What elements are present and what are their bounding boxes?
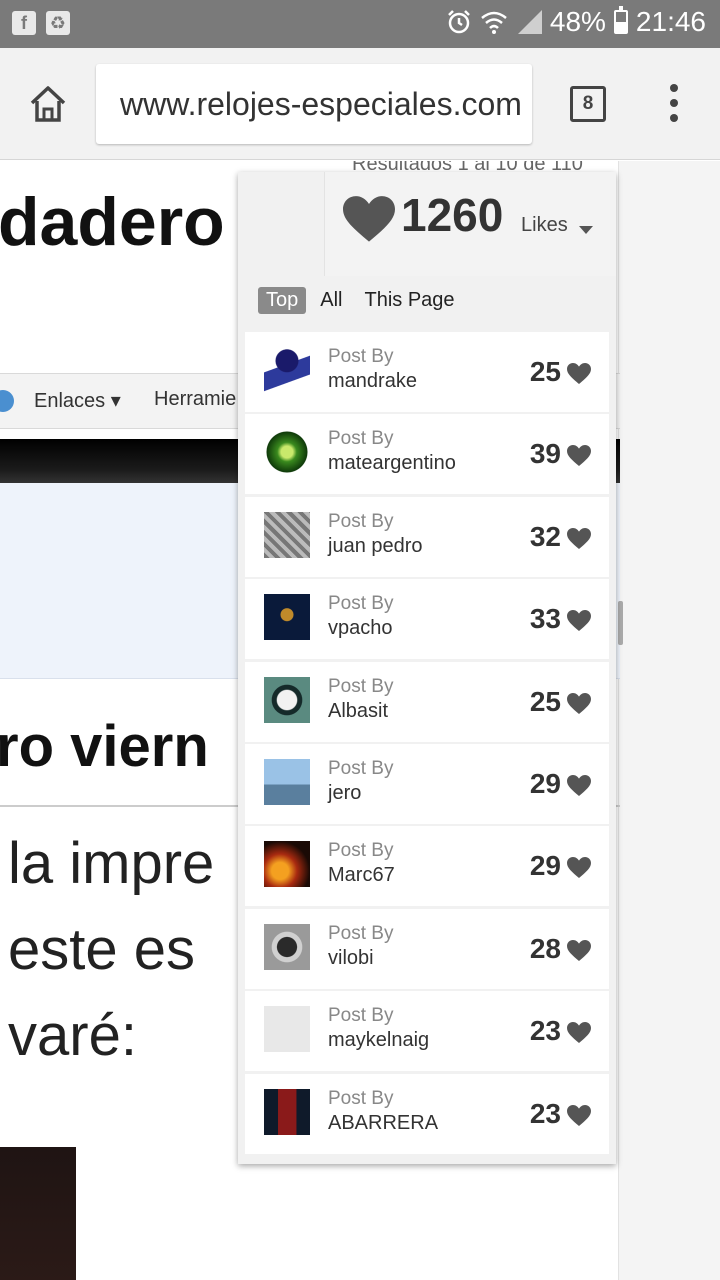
author-name[interactable]: mateargentino [328, 452, 456, 475]
battery-icon [613, 6, 628, 34]
nav-tools[interactable]: Herramie [154, 388, 236, 411]
author-name[interactable]: mandrake [328, 370, 417, 393]
chevron-down-icon[interactable] [579, 226, 593, 234]
post-by-label: Post By [328, 1005, 394, 1027]
author-name[interactable]: Albasit [328, 700, 388, 723]
avatar[interactable] [264, 758, 310, 805]
post-by-label: Post By [328, 593, 394, 615]
heart-icon [567, 1104, 591, 1126]
facebook-icon: f [12, 11, 36, 35]
signal-icon [517, 10, 542, 34]
heart-icon [567, 774, 591, 796]
avatar[interactable] [264, 347, 310, 393]
likes-list: Post By mandrake 25 Post By mateargentino 39 P… [245, 332, 609, 1156]
avatar[interactable] [264, 594, 310, 641]
tab-switcher-button[interactable]: 8 [570, 86, 606, 122]
post-by-label: Post By [328, 840, 394, 862]
heart-icon [567, 527, 591, 549]
author-name[interactable]: maykelnaig [328, 1029, 429, 1052]
recycle-icon: ♻ [46, 11, 70, 35]
post-by-label: Post By [328, 428, 394, 450]
likes-header[interactable]: 1260 Likes [324, 172, 616, 276]
author-name[interactable]: Marc67 [328, 864, 395, 887]
like-count: 29 [529, 767, 561, 799]
avatar[interactable] [264, 1006, 310, 1053]
url-text: www.relojes-especiales.com [120, 86, 522, 122]
heart-icon [567, 363, 591, 384]
url-bar[interactable]: www.relojes-especiales.com [96, 64, 532, 144]
list-item[interactable]: Post By mateargentino 39 [245, 414, 609, 495]
heart-icon [567, 445, 591, 467]
page-title: dadero [0, 184, 225, 260]
tab-all[interactable]: All [312, 287, 350, 314]
list-item[interactable]: Post By Albasit 25 [245, 661, 609, 742]
heart-icon [343, 196, 395, 242]
home-icon[interactable] [26, 82, 70, 126]
author-name[interactable]: jero [328, 782, 361, 805]
clock: 21:46 [635, 6, 706, 37]
list-item[interactable]: Post By Marc67 29 [245, 826, 609, 907]
like-count: 32 [529, 520, 561, 552]
like-count: 29 [529, 850, 561, 882]
thread-title: ro viern [0, 714, 209, 779]
globe-icon [0, 390, 14, 412]
like-count: 23 [529, 1015, 561, 1047]
heart-icon [567, 857, 591, 879]
battery-percent: 48% [549, 6, 606, 37]
like-count: 23 [529, 1097, 561, 1129]
like-count: 25 [529, 685, 561, 717]
list-item[interactable]: Post By juan pedro 32 [245, 496, 609, 577]
page-sidebar [618, 161, 720, 1280]
avatar[interactable] [264, 923, 310, 970]
post-body-line: este es [8, 917, 195, 982]
post-by-label: Post By [328, 510, 394, 532]
like-count: 28 [529, 932, 561, 964]
heart-icon [567, 939, 591, 961]
post-by-label: Post By [328, 1087, 394, 1109]
avatar[interactable] [264, 429, 310, 476]
likes-dropdown: 1260 Likes Top All This Page Post By mand… [238, 172, 616, 1164]
likes-total: 1260 [401, 189, 504, 241]
list-item[interactable]: Post By vilobi 28 [245, 908, 609, 989]
author-name[interactable]: vilobi [328, 947, 374, 970]
author-name[interactable]: vpacho [328, 617, 393, 640]
browser-toolbar: www.relojes-especiales.com 8 [0, 48, 720, 160]
like-count: 25 [529, 356, 561, 387]
like-count: 33 [529, 603, 561, 635]
avatar[interactable] [264, 676, 310, 723]
list-item[interactable]: Post By ABARRERA 23 [245, 1073, 609, 1154]
tab-this-page[interactable]: This Page [356, 287, 462, 314]
alarm-icon [447, 10, 470, 34]
avatar[interactable] [264, 1088, 310, 1135]
heart-icon [567, 610, 591, 632]
post-body-line: varé: [8, 1003, 137, 1068]
scrollbar[interactable] [618, 601, 623, 645]
list-item[interactable]: Post By mandrake 25 [245, 332, 609, 412]
heart-icon [567, 692, 591, 714]
author-name[interactable]: ABARRERA [328, 1112, 438, 1135]
nav-links[interactable]: Enlaces ▾ [34, 388, 121, 413]
post-by-label: Post By [328, 346, 394, 367]
post-body: la impre este es varé: [8, 821, 214, 1079]
list-item[interactable]: Post By jero 29 [245, 743, 609, 824]
avatar[interactable] [264, 841, 310, 888]
author-name[interactable]: juan pedro [328, 535, 423, 558]
post-by-label: Post By [328, 675, 394, 697]
status-bar: f ♻ 48% 21:46 [0, 0, 720, 48]
like-count: 39 [529, 438, 561, 470]
post-by-label: Post By [328, 922, 394, 944]
likes-label: Likes [521, 214, 568, 236]
overflow-menu-icon[interactable] [660, 84, 688, 124]
avatar[interactable] [264, 511, 310, 558]
post-image [0, 1147, 76, 1280]
post-by-label: Post By [328, 757, 394, 779]
likes-tabs: Top All This Page [258, 286, 469, 314]
list-item[interactable]: Post By maykelnaig 23 [245, 991, 609, 1072]
wifi-icon [481, 11, 507, 34]
list-item[interactable]: Post By vpacho 33 [245, 579, 609, 660]
post-body-line: la impre [8, 831, 215, 896]
heart-icon [567, 1022, 591, 1044]
tab-top[interactable]: Top [258, 286, 307, 314]
